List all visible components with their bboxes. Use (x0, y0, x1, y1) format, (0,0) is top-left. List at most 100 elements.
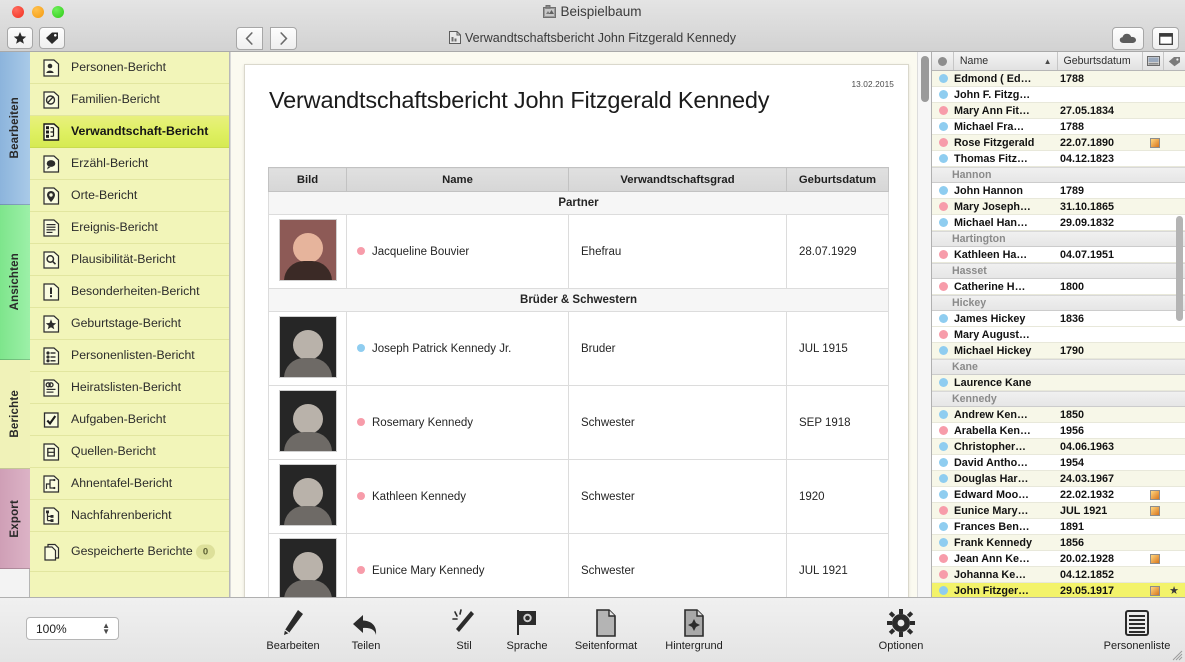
document-scrollbar-thumb[interactable] (921, 56, 929, 102)
sidebar-item-verwandtschaft-bericht[interactable]: Verwandtschaft-Bericht (30, 116, 229, 148)
sex-dot-wrap (932, 346, 954, 355)
document-preview-area[interactable]: 13.02.2015 Verwandtschaftsbericht John F… (231, 52, 931, 597)
list-item[interactable]: Christopher… 04.06.1963 (932, 439, 1185, 455)
sidebar-item-personenlisten-bericht[interactable]: Personenlisten-Bericht (30, 340, 229, 372)
list-item[interactable]: Mary Ann Fit… 27.05.1834 (932, 103, 1185, 119)
sidebar-item-ahnentafel-bericht[interactable]: Ahnentafel-Bericht (30, 468, 229, 500)
toolbar-button-hintergrund[interactable]: Hintergrund (655, 606, 733, 656)
zoom-stepper[interactable]: 100% ▲ ▼ (26, 617, 119, 640)
sidebar-item-ereignis-bericht[interactable]: Ereignis-Bericht (30, 212, 229, 244)
forward-button[interactable] (270, 27, 297, 50)
list-item[interactable]: Mary August… (932, 327, 1185, 343)
list-item-selected[interactable]: John Fitzger… 29.05.1917 ★ (932, 583, 1185, 597)
table-row[interactable]: Kathleen Kennedy Schwester 1920 (268, 459, 889, 534)
list-item[interactable]: Michael Hickey 1790 (932, 343, 1185, 359)
family-tree-icon (543, 5, 557, 23)
cloud-icon[interactable] (1112, 27, 1144, 50)
toolbar-button-personenliste[interactable]: Personenliste (1098, 606, 1176, 656)
photo-column-icon[interactable] (1143, 52, 1165, 70)
tag-column-icon[interactable] (1164, 52, 1185, 70)
list-item[interactable]: Michael Fra… 1788 (932, 119, 1185, 135)
list-item[interactable]: Thomas Fitz… 04.12.1823 (932, 151, 1185, 167)
table-row[interactable]: Joseph Patrick Kennedy Jr. Bruder JUL 19… (268, 311, 889, 386)
star-icon[interactable] (7, 27, 33, 49)
sex-dot-icon (938, 490, 948, 499)
sidebar-item-personen-bericht[interactable]: Personen-Bericht (30, 52, 229, 84)
sex-dot-wrap (932, 122, 954, 131)
vertical-tab-berichte[interactable]: Berichte (0, 360, 30, 469)
list-item[interactable]: John F. Fitzg… (932, 87, 1185, 103)
people-list-scrollbar-thumb[interactable] (1176, 216, 1183, 321)
vertical-tab-export[interactable]: Export (0, 469, 30, 569)
panel-toggle-icon[interactable] (1152, 27, 1179, 50)
table-row[interactable]: Jacqueline Bouvier Ehefrau 28.07.1929 (268, 214, 889, 289)
sidebar-item-aufgaben-bericht[interactable]: Aufgaben-Bericht (30, 404, 229, 436)
list-item[interactable]: Mary Joseph… 31.10.1865 (932, 199, 1185, 215)
zoom-value: 100% (36, 621, 67, 636)
list-item[interactable]: Kathleen Ha… 04.07.1951 (932, 247, 1185, 263)
list-item[interactable]: Jean Ann Ke… 20.02.1928 (932, 551, 1185, 567)
sidebar-item-heiratslisten-bericht[interactable]: Heiratslisten-Bericht (30, 372, 229, 404)
list-item[interactable]: James Hickey 1836 (932, 311, 1185, 327)
sex-dot-wrap (932, 154, 954, 163)
list-item[interactable]: Andrew Ken… 1850 (932, 407, 1185, 423)
list-item[interactable]: Edward Moo… 22.02.1932 (932, 487, 1185, 503)
person-name: Michael Han… (954, 216, 1028, 229)
column-header-name[interactable]: Name (346, 167, 569, 192)
sidebar-item-orte-bericht[interactable]: Orte-Bericht (30, 180, 229, 212)
saved-reports-count-badge: 0 (196, 544, 215, 559)
sidebar-item-plausibilitaet-bericht[interactable]: Plausibilität-Bericht (30, 244, 229, 276)
column-header-bild[interactable]: Bild (268, 167, 347, 192)
tag-icon[interactable] (39, 27, 65, 49)
table-row[interactable]: Rosemary Kennedy Schwester SEP 1918 (268, 385, 889, 460)
toolbar-button-seitenformat[interactable]: Seitenformat (567, 606, 645, 656)
list-item[interactable]: Rose Fitzgerald 22.07.1890 (932, 135, 1185, 151)
sidebar-item-familien-bericht[interactable]: Familien-Bericht (30, 84, 229, 116)
document-scrollbar[interactable] (917, 52, 931, 597)
gear-icon (887, 606, 915, 638)
list-item[interactable]: Michael Han… 29.09.1832 (932, 215, 1185, 231)
people-list[interactable]: Edmond ( Ed… 1788 John F. Fitzg… Mary An… (932, 71, 1185, 597)
list-item[interactable]: Eunice Mary… JUL 1921 (932, 503, 1185, 519)
list-item[interactable]: Frances Ben… 1891 (932, 519, 1185, 535)
toolbar-button-bearbeiten[interactable]: Bearbeiten (254, 606, 332, 656)
stepper-down-icon[interactable]: ▼ (102, 627, 110, 635)
sidebar-item-label: Personenlisten-Bericht (71, 348, 195, 363)
list-item[interactable]: John Hannon 1789 (932, 183, 1185, 199)
sidebar-item-geburtstage-bericht[interactable]: Geburtstage-Bericht (30, 308, 229, 340)
tasks-report-icon (42, 410, 61, 429)
sidebar-item-gespeicherte-berichte[interactable]: Gespeicherte Berichte 0 (30, 532, 229, 572)
person-birthdate: 27.05.1834 (1060, 104, 1115, 117)
list-item[interactable]: David Antho… 1954 (932, 455, 1185, 471)
column-header-sex[interactable] (932, 52, 954, 70)
person-name: John Fitzger… (954, 584, 1029, 597)
stepper-arrows-icon[interactable]: ▲ ▼ (102, 621, 110, 635)
sidebar-item-besonderheiten-bericht[interactable]: Besonderheiten-Bericht (30, 276, 229, 308)
people-list-scrollbar[interactable] (1174, 71, 1185, 597)
window-resize-handle[interactable] (1171, 648, 1183, 661)
list-item[interactable]: Douglas Har… 24.03.1967 (932, 471, 1185, 487)
column-header-name[interactable]: Name ▲ (954, 52, 1058, 70)
list-item[interactable]: Frank Kennedy 1856 (932, 535, 1185, 551)
toolbar-button-sprache[interactable]: Sprache (488, 606, 566, 656)
column-header-birthdate[interactable]: Geburtsdatum (1058, 52, 1144, 70)
vertical-tab-bearbeiten[interactable]: Bearbeiten (0, 52, 30, 205)
list-item[interactable]: Arabella Ken… 1956 (932, 423, 1185, 439)
photo-thumb-wrap (1144, 137, 1165, 148)
list-item[interactable]: Edmond ( Ed… 1788 (932, 71, 1185, 87)
list-item[interactable]: Laurence Kane (932, 375, 1185, 391)
sidebar-item-quellen-bericht[interactable]: Quellen-Bericht (30, 436, 229, 468)
toolbar-button-teilen[interactable]: Teilen (327, 606, 405, 656)
toolbar-button-optionen[interactable]: Optionen (862, 606, 940, 656)
sidebar-item-nachfahrenbericht[interactable]: Nachfahrenbericht (30, 500, 229, 532)
back-button[interactable] (236, 27, 263, 50)
list-item[interactable]: Johanna Ke… 04.12.1852 (932, 567, 1185, 583)
column-header-geburtsdatum[interactable]: Geburtsdatum (786, 167, 889, 192)
people-list-panel[interactable]: Name ▲ Geburtsdatum Edmond ( Ed… 1788 Jo… (931, 52, 1185, 597)
list-item[interactable]: Catherine H… 1800 (932, 279, 1185, 295)
vertical-tab-ansichten[interactable]: Ansichten (0, 205, 30, 360)
column-header-verwandtschaftsgrad[interactable]: Verwandtschaftsgrad (568, 167, 787, 192)
sidebar-item-erzaehl-bericht[interactable]: Erzähl-Bericht (30, 148, 229, 180)
reports-sidebar[interactable]: Personen-Bericht Familien-Bericht Verwan… (30, 52, 230, 597)
table-row[interactable]: Eunice Mary Kennedy Schwester JUL 1921 (268, 533, 889, 597)
